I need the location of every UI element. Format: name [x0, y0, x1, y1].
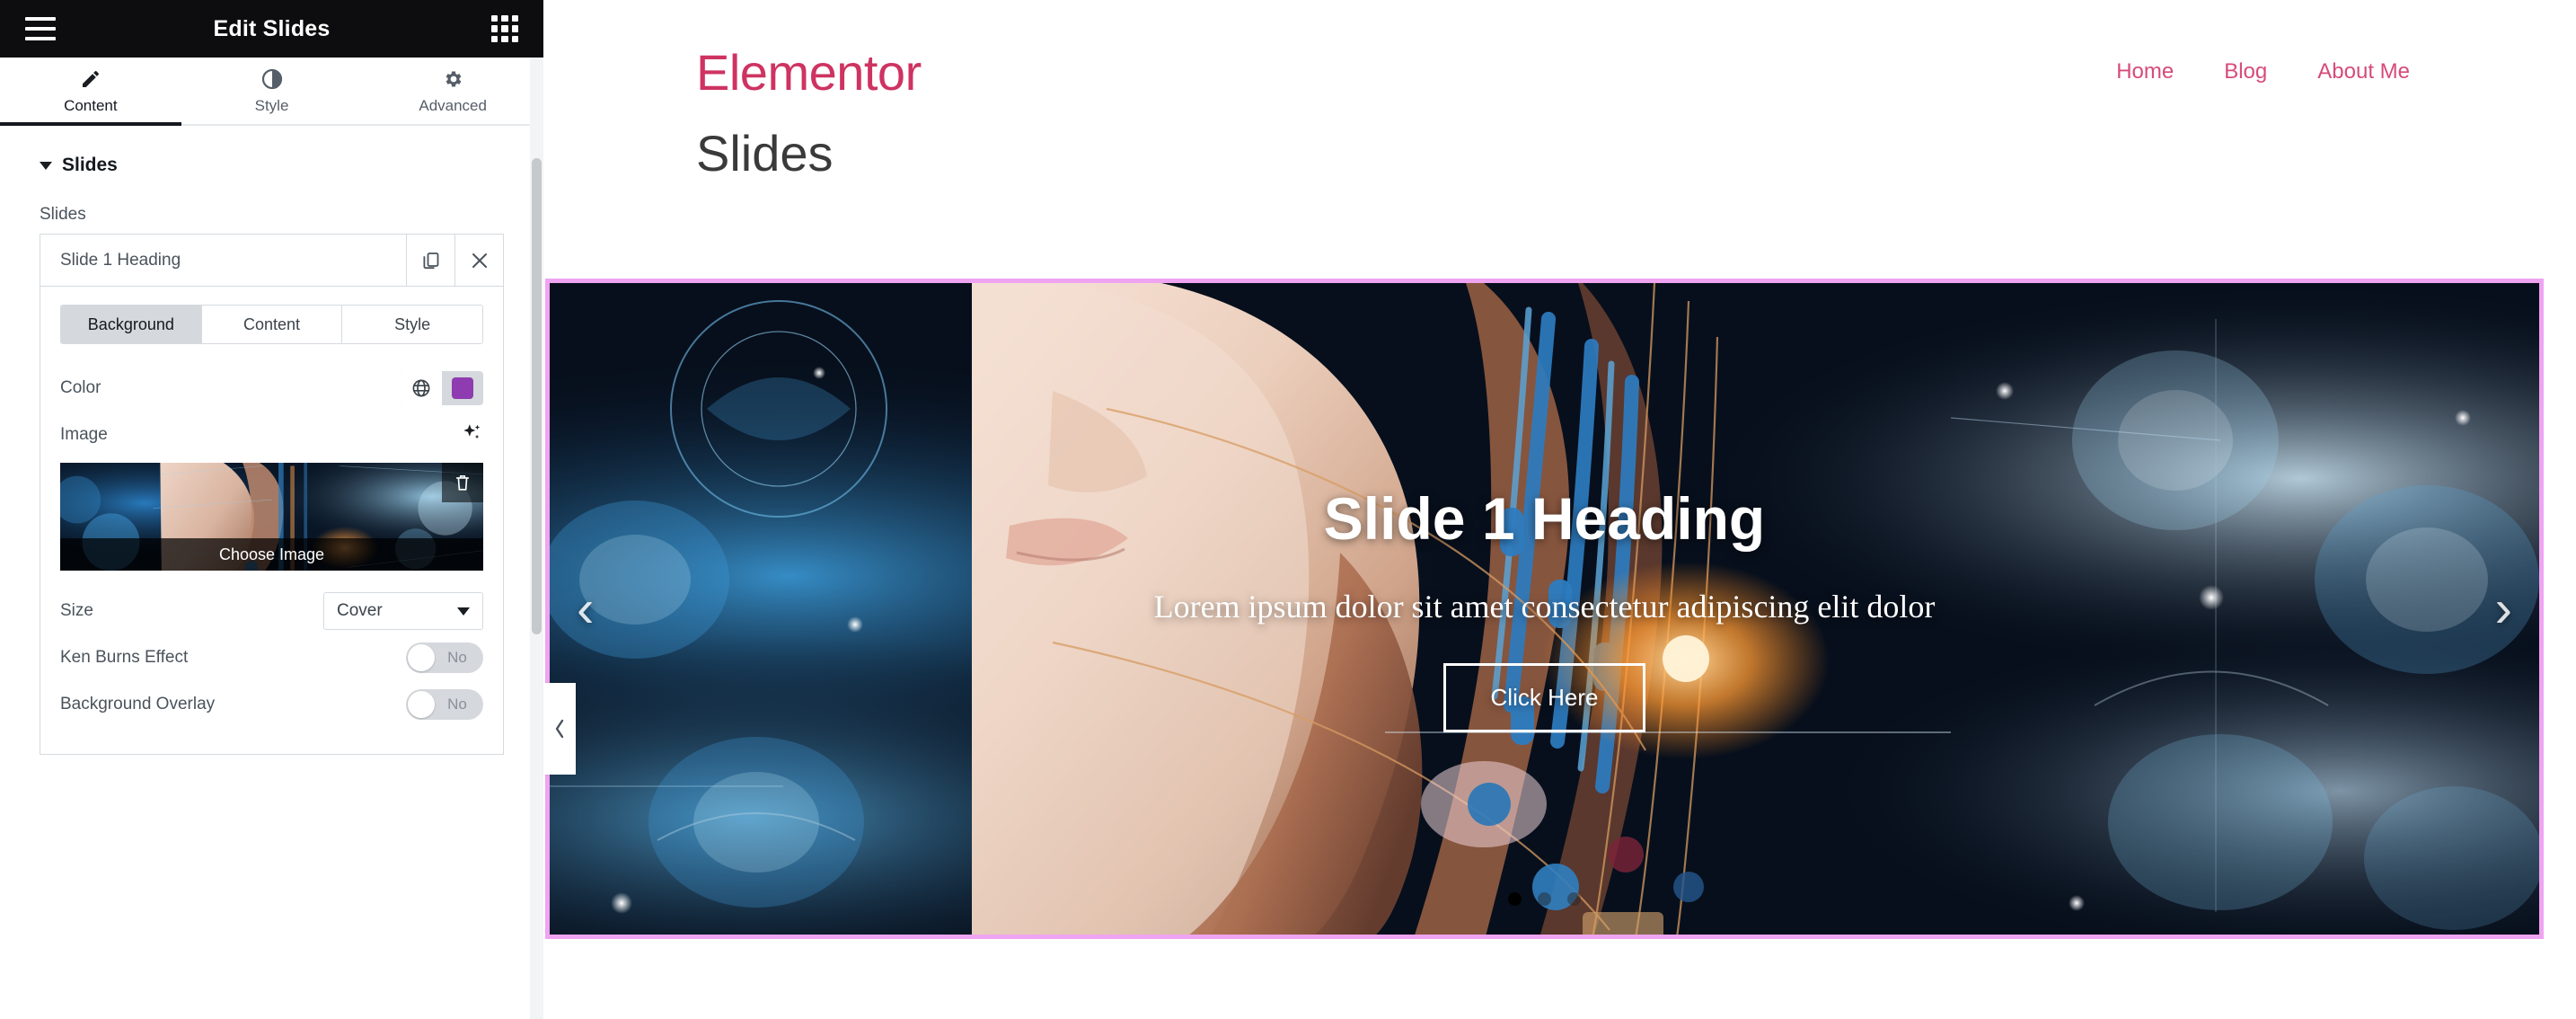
chevron-right-icon[interactable]: ›: [2495, 582, 2512, 635]
color-control-row: Color: [60, 368, 483, 409]
nav-item-blog[interactable]: Blog: [2224, 59, 2267, 84]
size-select-value: Cover: [337, 601, 383, 620]
ken-burns-label: Ken Burns Effect: [60, 648, 189, 667]
panel-title: Edit Slides: [213, 15, 331, 41]
elementor-editor: Edit Slides Content Style Advanced Slide…: [0, 0, 2576, 1019]
tab-style-label: Style: [254, 96, 289, 114]
pencil-icon: [80, 67, 101, 91]
pagination-dot[interactable]: [1538, 892, 1551, 906]
slide-cta-button[interactable]: Click Here: [1442, 662, 1646, 732]
panel-scrollbar-thumb[interactable]: [532, 158, 542, 634]
ken-burns-toggle[interactable]: No: [406, 642, 483, 673]
tab-style[interactable]: Style: [181, 58, 363, 124]
page-title: Slides: [696, 125, 834, 182]
tab-content-label: Content: [64, 96, 118, 114]
slide-subheading: Lorem ipsum dolor sit amet consectetur a…: [1153, 588, 1936, 625]
pagination-dot[interactable]: [1508, 892, 1522, 906]
subtab-content[interactable]: Content: [201, 306, 343, 343]
grid-icon[interactable]: [491, 15, 518, 42]
gear-icon: [442, 67, 463, 91]
slides-field-label: Slides: [40, 205, 86, 224]
elementor-panel: Edit Slides Content Style Advanced Slide…: [0, 0, 543, 1019]
globe-icon[interactable]: [401, 371, 442, 405]
site-logo[interactable]: Elementor: [696, 43, 922, 102]
size-select[interactable]: Cover: [323, 592, 483, 630]
toggle-knob: [408, 691, 435, 718]
site-nav: Home Blog About Me: [2116, 59, 2410, 84]
nav-item-home[interactable]: Home: [2116, 59, 2174, 84]
chevron-down-icon: [40, 161, 52, 170]
panel-body: Slides Slides Slide 1 Heading Background…: [0, 126, 543, 1019]
ken-burns-toggle-value: No: [447, 649, 467, 666]
panel-header: Edit Slides: [0, 0, 543, 58]
color-swatch-button[interactable]: [442, 371, 483, 405]
ken-burns-control-row: Ken Burns Effect No: [60, 637, 483, 678]
slide-heading: Slide 1 Heading: [1323, 485, 1766, 553]
background-overlay-toggle[interactable]: No: [406, 689, 483, 720]
background-overlay-control-row: Background Overlay No: [60, 684, 483, 725]
image-preview[interactable]: Choose Image: [60, 463, 483, 571]
hamburger-icon[interactable]: [25, 17, 56, 40]
panel-scrollbar[interactable]: [530, 58, 543, 1019]
repeater-item-title[interactable]: Slide 1 Heading: [40, 235, 406, 286]
close-icon[interactable]: [454, 235, 503, 286]
background-content-style-tabs: Background Content Style: [60, 305, 483, 344]
preview-canvas: Elementor Home Blog About Me Slides Slid…: [543, 0, 2576, 1019]
section-slides-label: Slides: [62, 155, 118, 175]
slider-pagination: [550, 892, 2539, 906]
tab-advanced[interactable]: Advanced: [362, 58, 543, 124]
chevron-left-icon: [555, 719, 564, 739]
trash-icon[interactable]: [442, 463, 483, 502]
section-slides[interactable]: Slides: [0, 142, 543, 185]
panel-collapse-handle[interactable]: [543, 683, 576, 775]
copy-icon[interactable]: [406, 235, 454, 286]
chevron-down-icon: [457, 607, 470, 616]
nav-item-about-me[interactable]: About Me: [2317, 59, 2410, 84]
color-control: [401, 371, 483, 405]
color-swatch: [452, 377, 473, 399]
image-control-row: Image: [60, 414, 483, 456]
color-label: Color: [60, 378, 101, 397]
tab-content[interactable]: Content: [0, 58, 181, 126]
size-label: Size: [60, 601, 93, 620]
subtab-background[interactable]: Background: [61, 306, 202, 343]
panel-tabs: Content Style Advanced: [0, 58, 543, 126]
slide-content: Slide 1 Heading Lorem ipsum dolor sit am…: [550, 283, 2539, 935]
toggle-knob: [408, 644, 435, 671]
chevron-left-icon[interactable]: ‹: [577, 582, 594, 635]
tab-advanced-label: Advanced: [419, 96, 487, 114]
background-overlay-toggle-value: No: [447, 696, 467, 713]
subtab-style[interactable]: Style: [342, 306, 482, 343]
contrast-icon: [261, 67, 283, 91]
slides-repeater: Slide 1 Heading Background Content Style…: [40, 234, 504, 755]
image-label: Image: [60, 425, 108, 444]
slides-widget[interactable]: Slide 1 Heading Lorem ipsum dolor sit am…: [545, 279, 2544, 939]
site-header: Elementor Home Blog About Me: [543, 0, 2576, 144]
pagination-dot[interactable]: [1567, 892, 1581, 906]
choose-image-button[interactable]: Choose Image: [60, 538, 483, 571]
size-control-row: Size Cover: [60, 590, 483, 632]
background-overlay-label: Background Overlay: [60, 695, 216, 713]
repeater-item-header[interactable]: Slide 1 Heading: [40, 234, 504, 286]
sparkle-ai-icon[interactable]: [460, 421, 483, 449]
repeater-item-body: Background Content Style Color Image Cho…: [40, 286, 504, 755]
